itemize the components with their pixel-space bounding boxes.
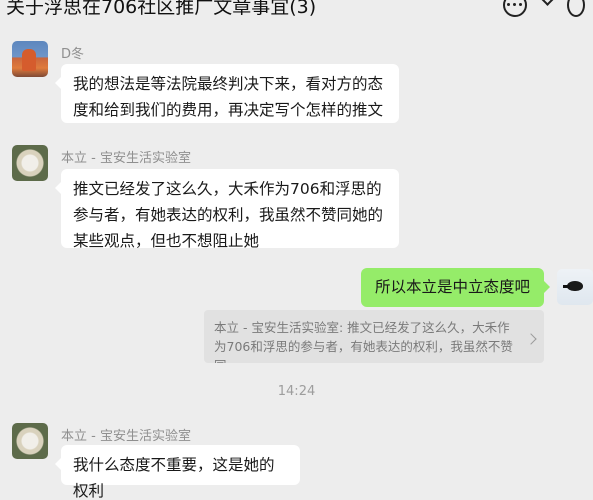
header-actions <box>503 0 585 17</box>
sender-name: 本立 - 宝安生活实验室 <box>61 151 191 166</box>
message-bubble[interactable]: 我的想法是等法院最终判决下来，看对方的态度和给到我们的费用，再决定写个怎样的推文 <box>55 64 399 123</box>
chevron-down-icon[interactable] <box>541 0 553 7</box>
chat-window: 关于浮思在706社区推广文章事宜(3) D冬 我的想法是等法院最终判决下来，看对… <box>0 0 593 500</box>
avatar[interactable] <box>12 423 48 459</box>
quoted-message[interactable]: 本立 - 宝安生活实验室: 推文已经发了这么久，大禾作为706和浮思的参与者，有… <box>204 310 544 363</box>
profile-icon[interactable] <box>567 0 585 17</box>
sender-name: 本立 - 宝安生活实验室 <box>61 429 191 444</box>
quoted-message-text: 本立 - 宝安生活实验室: 推文已经发了这么久，大禾作为706和浮思的参与者，有… <box>214 320 513 363</box>
avatar[interactable] <box>12 41 48 77</box>
message-bubble[interactable]: 推文已经发了这么久，大禾作为706和浮思的参与者，有她表达的权利，我虽然不赞同她… <box>55 169 399 250</box>
more-icon[interactable] <box>503 0 527 17</box>
message-bubble[interactable]: 所以本立是中立态度吧 <box>360 268 551 307</box>
avatar[interactable] <box>557 269 593 305</box>
message-bubble[interactable]: 我什么态度不重要，这是她的权利 <box>55 445 300 500</box>
chevron-right-icon <box>525 333 537 345</box>
chat-title: 关于浮思在706社区推广文章事宜(3) <box>6 0 317 18</box>
sender-name: D冬 <box>61 47 85 62</box>
chat-header: 关于浮思在706社区推广文章事宜(3) <box>0 0 593 22</box>
avatar[interactable] <box>12 145 48 181</box>
timestamp: 14:24 <box>277 384 316 399</box>
